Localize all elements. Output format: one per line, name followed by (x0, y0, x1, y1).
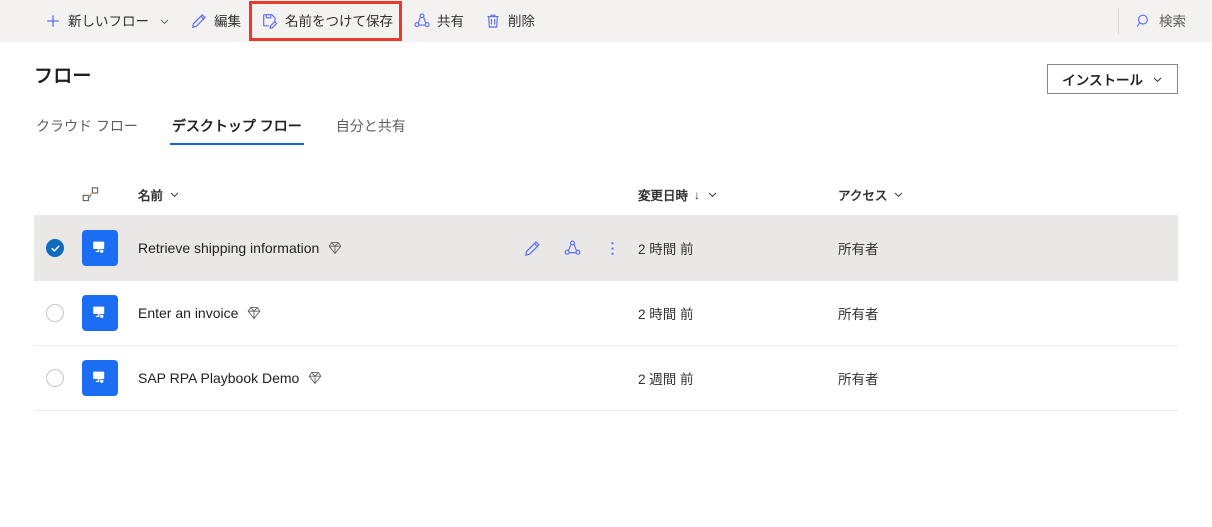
share-label: 共有 (437, 13, 464, 29)
tab-list: クラウド フロー デスクトップ フロー 自分と共有 (34, 111, 1178, 145)
header-access-label: アクセス (838, 189, 888, 203)
header-access-column[interactable]: アクセス (838, 185, 1178, 204)
new-flow-button[interactable]: 新しいフロー (34, 1, 180, 41)
search-label: 検索 (1159, 13, 1186, 29)
row-edit-button[interactable] (522, 238, 542, 258)
search-button[interactable]: 検索 (1125, 1, 1212, 41)
row-more-button[interactable] (602, 238, 622, 258)
row-checkbox-cell (34, 304, 82, 322)
row-type-cell (82, 360, 138, 396)
chevron-down-icon (169, 189, 180, 200)
pencil-icon (190, 13, 207, 30)
row-modified: 2 時間 前 (638, 307, 694, 322)
chevron-down-icon (1151, 73, 1163, 85)
page-header: フロー インストール (34, 42, 1178, 94)
row-actions (522, 238, 628, 258)
tab-cloud-flows[interactable]: クラウド フロー (34, 116, 140, 145)
chevron-down-icon (158, 15, 170, 27)
table-row[interactable]: SAP RPA Playbook Demo 2 週間 前 所有者 (34, 346, 1178, 411)
row-name-cell: SAP RPA Playbook Demo (138, 370, 638, 386)
premium-diamond-icon (328, 241, 342, 255)
header-name-label: 名前 (138, 189, 164, 203)
command-bar: 新しいフロー 編集 名前をつけて保存 共有 削除 検索 (0, 0, 1212, 42)
premium-diamond-icon (247, 306, 261, 320)
desktop-flow-icon (82, 230, 118, 266)
trash-icon (484, 13, 501, 30)
header-type-column (82, 186, 138, 203)
save-as-button[interactable]: 名前をつけて保存 (251, 1, 403, 41)
search-icon (1135, 13, 1152, 30)
row-name-cell: Retrieve shipping information (138, 238, 638, 258)
table-row[interactable]: Enter an invoice 2 時間 前 所有者 (34, 281, 1178, 346)
page-title: フロー (34, 66, 92, 87)
row-type-cell (82, 230, 138, 266)
install-button-label: インストール (1062, 73, 1143, 88)
new-flow-label: 新しいフロー (68, 13, 149, 29)
save-as-label: 名前をつけて保存 (285, 13, 393, 29)
row-access: 所有者 (838, 372, 879, 387)
plus-icon (44, 13, 61, 30)
table-header-row: 名前 変更日時 ↓ アクセス (34, 174, 1178, 216)
row-checkbox-cell (34, 239, 82, 257)
desktop-flow-icon (82, 295, 118, 331)
tab-desktop-flows[interactable]: デスクトップ フロー (169, 116, 304, 145)
row-checkbox[interactable] (46, 239, 64, 257)
desktop-flow-icon (82, 360, 118, 396)
flows-table: 名前 変更日時 ↓ アクセス Retrieve shipping informa… (34, 174, 1178, 411)
row-modified: 2 週間 前 (638, 372, 694, 387)
premium-diamond-icon (308, 371, 322, 385)
flow-name[interactable]: Enter an invoice (138, 305, 238, 321)
tab-shared-with-me[interactable]: 自分と共有 (334, 116, 408, 145)
table-row[interactable]: Retrieve shipping information 2 時間 前 所有者 (34, 216, 1178, 281)
edit-label: 編集 (214, 13, 241, 29)
share-icon (413, 13, 430, 30)
command-bar-divider (1118, 8, 1119, 34)
delete-label: 削除 (508, 13, 535, 29)
chevron-down-icon (707, 189, 718, 200)
flow-name[interactable]: Retrieve shipping information (138, 240, 319, 256)
header-modified-column[interactable]: 変更日時 ↓ (638, 185, 838, 204)
row-checkbox[interactable] (46, 369, 64, 387)
chevron-down-icon (893, 189, 904, 200)
row-access: 所有者 (838, 307, 879, 322)
delete-button[interactable]: 削除 (474, 1, 545, 41)
row-modified: 2 時間 前 (638, 242, 694, 257)
sort-direction-arrow: ↓ (694, 187, 701, 202)
flow-name[interactable]: SAP RPA Playbook Demo (138, 370, 299, 386)
install-button[interactable]: インストール (1047, 64, 1178, 94)
row-type-cell (82, 295, 138, 331)
save-as-icon (261, 13, 278, 30)
row-checkbox[interactable] (46, 304, 64, 322)
header-name-column[interactable]: 名前 (138, 185, 638, 204)
edit-button[interactable]: 編集 (180, 1, 251, 41)
flow-link-icon (82, 186, 99, 203)
row-share-button[interactable] (562, 238, 582, 258)
page-content: フロー インストール クラウド フロー デスクトップ フロー 自分と共有 名前 … (0, 42, 1212, 411)
row-access: 所有者 (838, 242, 879, 257)
row-name-cell: Enter an invoice (138, 305, 638, 321)
header-modified-label: 変更日時 (638, 189, 689, 203)
share-button[interactable]: 共有 (403, 1, 474, 41)
row-checkbox-cell (34, 369, 82, 387)
